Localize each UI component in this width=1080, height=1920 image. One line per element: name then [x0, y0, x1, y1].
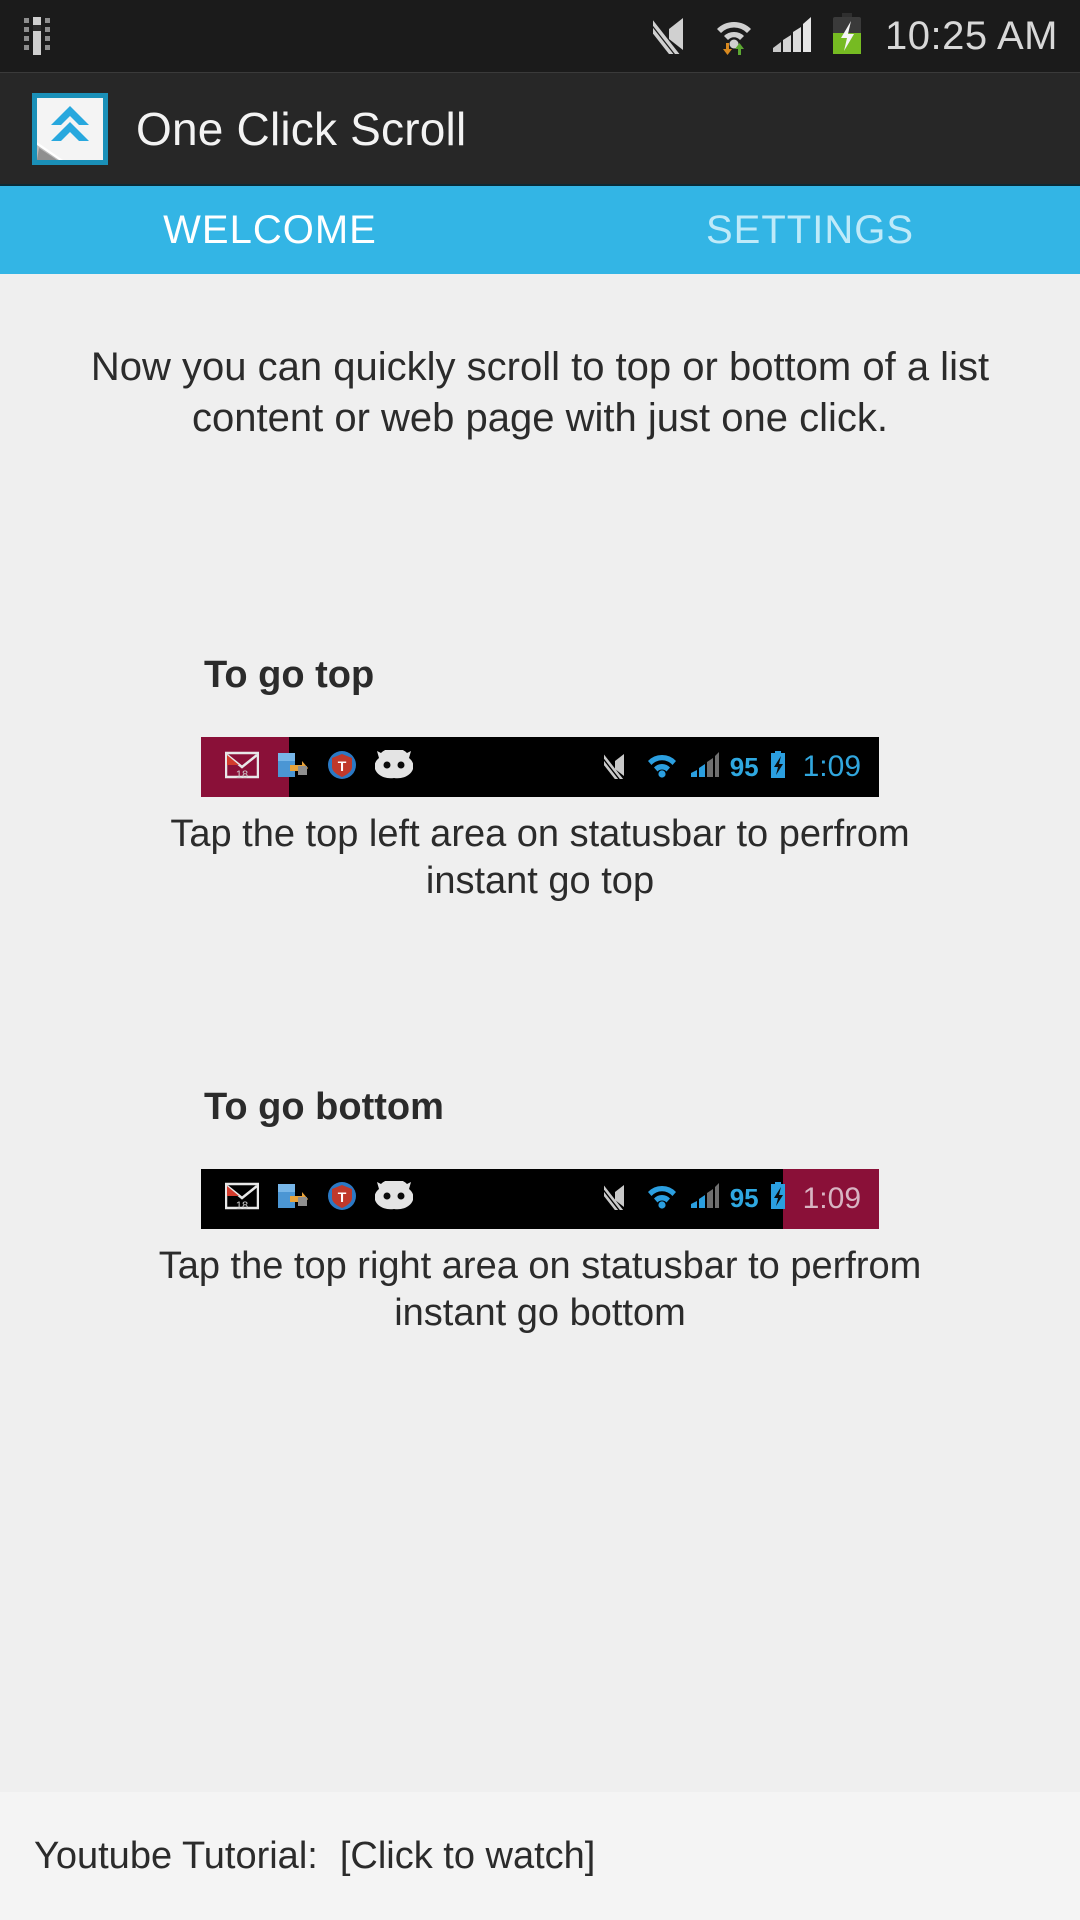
section-go-top-title: To go top — [204, 654, 375, 697]
welcome-content: Now you can quickly scroll to top or bot… — [0, 274, 1080, 1920]
section-go-bottom: To go bottom 18 T 95 1:09 Tap the top ri… — [0, 1086, 1080, 1337]
youtube-tutorial-link[interactable]: [Click to watch] — [340, 1835, 596, 1878]
intro-text: Now you can quickly scroll to top or bot… — [90, 345, 990, 441]
status-bar-notification-area — [22, 17, 52, 55]
statusbar-mock-system-icons: 95 1:09 — [596, 1181, 879, 1216]
youtube-tutorial-row: Youtube Tutorial: [Click to watch] — [0, 1792, 1080, 1920]
section-go-top: To go top 18 T 95 1:09 Tap the top left … — [0, 654, 1080, 905]
battery-charging-icon — [831, 12, 863, 60]
status-bar-clock: 10:25 AM — [884, 13, 1058, 58]
statusbar-mock-notifications: 18 T — [201, 747, 414, 785]
gmail-icon: 18 — [224, 1182, 260, 1215]
svg-text:T: T — [338, 758, 347, 774]
app-title: One Click Scroll — [136, 102, 467, 155]
volume-mute-icon — [596, 751, 634, 784]
cyanogenmod-icon — [374, 1179, 414, 1216]
shield-t-icon: T — [327, 750, 357, 785]
statusbar-mock-clock: 1:09 — [802, 750, 861, 784]
section-go-bottom-title: To go bottom — [204, 1085, 444, 1128]
sim-card-icon — [22, 17, 52, 55]
tab-settings-label: SETTINGS — [705, 207, 915, 252]
app-launcher-icon — [32, 92, 108, 165]
gmail-icon: 18 — [224, 751, 260, 784]
statusbar-mock-battery-percent: 95 — [729, 1183, 759, 1214]
battery-charging-icon — [769, 1182, 787, 1215]
tab-settings[interactable]: SETTINGS — [540, 186, 1080, 274]
app-bar: One Click Scroll — [0, 72, 1080, 184]
statusbar-mock-go-bottom: 18 T 95 1:09 — [201, 1168, 879, 1229]
cell-signal-icon — [690, 751, 720, 784]
statusbar-mock-clock: 1:09 — [802, 1181, 861, 1215]
status-bar-system-area: 10:25 AM — [643, 12, 1058, 60]
youtube-tutorial-label: Youtube Tutorial: — [34, 1834, 318, 1877]
tab-bar[interactable]: WELCOME SETTINGS — [0, 184, 1080, 274]
wifi-icon — [711, 13, 757, 60]
battery-charging-icon — [769, 750, 787, 784]
tab-welcome-label: WELCOME — [163, 207, 377, 252]
cell-signal-icon — [690, 1182, 720, 1215]
statusbar-mock-go-top: 18 T 95 1:09 — [201, 737, 879, 798]
volume-mute-icon — [596, 1182, 634, 1215]
wifi-icon — [644, 1182, 680, 1215]
app-root: 10:25 AM One Click Scroll WELCOME SETTIN… — [0, 0, 1080, 1920]
svg-text:T: T — [338, 1189, 347, 1205]
wifi-icon — [644, 751, 680, 784]
system-status-bar: 10:25 AM — [0, 0, 1080, 72]
statusbar-mock-system-icons: 95 1:09 — [596, 750, 879, 784]
volume-mute-icon — [643, 14, 697, 59]
section-go-bottom-caption: Tap the top right area on statusbar to p… — [158, 1244, 922, 1334]
file-transfer-icon — [277, 751, 309, 784]
statusbar-mock-notifications: 18 T — [201, 1179, 414, 1216]
svg-text:18: 18 — [236, 769, 248, 779]
file-transfer-icon — [277, 1182, 309, 1215]
svg-text:18: 18 — [236, 1200, 248, 1210]
cell-signal-icon — [771, 14, 817, 59]
statusbar-mock-battery-percent: 95 — [729, 751, 759, 782]
shield-t-icon: T — [327, 1181, 357, 1216]
cyanogenmod-icon — [374, 747, 414, 785]
section-go-top-caption: Tap the top left area on statusbar to pe… — [170, 813, 910, 903]
tab-welcome[interactable]: WELCOME — [0, 186, 540, 274]
